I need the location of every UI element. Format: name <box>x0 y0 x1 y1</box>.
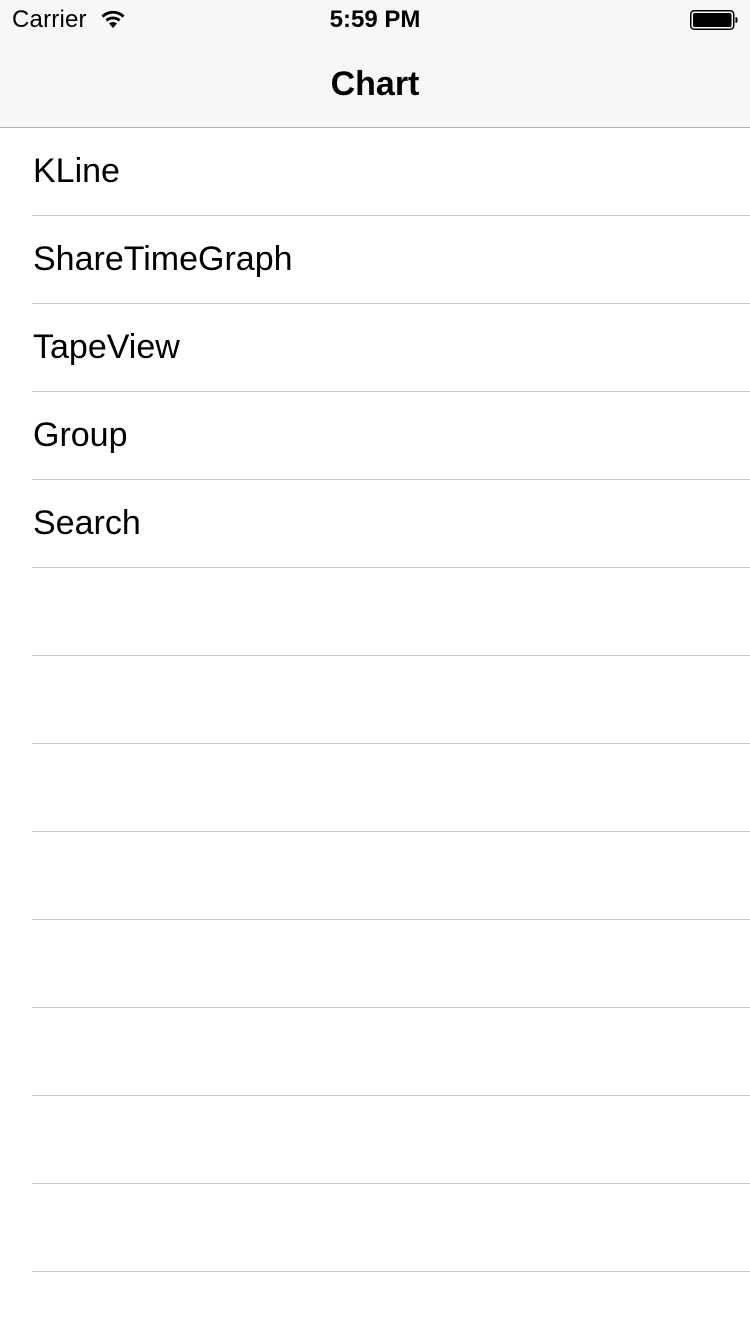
table-row-empty <box>0 832 750 920</box>
row-label: KLine <box>33 152 120 190</box>
table-row-search[interactable]: Search <box>0 480 750 568</box>
table-row-empty <box>0 1008 750 1096</box>
table-view[interactable]: KLine ShareTimeGraph TapeView Group Search <box>0 128 750 1272</box>
table-row-empty <box>0 1096 750 1184</box>
table-row-empty <box>0 568 750 656</box>
row-label: TapeView <box>33 328 180 366</box>
row-label: Group <box>33 416 128 454</box>
table-row-empty <box>0 656 750 744</box>
status-bar: Carrier 5:59 PM <box>0 0 750 40</box>
battery-icon <box>690 10 738 30</box>
row-label: Search <box>33 504 141 542</box>
row-separator <box>32 1271 750 1272</box>
table-row-group[interactable]: Group <box>0 392 750 480</box>
table-row-empty <box>0 1184 750 1272</box>
row-label: ShareTimeGraph <box>33 240 293 278</box>
table-row-sharetimegraph[interactable]: ShareTimeGraph <box>0 216 750 304</box>
navigation-bar: Carrier 5:59 PM Chart <box>0 0 750 128</box>
table-row-empty <box>0 744 750 832</box>
table-row-tapeview[interactable]: TapeView <box>0 304 750 392</box>
table-row-kline[interactable]: KLine <box>0 128 750 216</box>
page-title: Chart <box>330 65 420 103</box>
status-time: 5:59 PM <box>329 6 421 33</box>
table-row-empty <box>0 920 750 1008</box>
screen: Carrier 5:59 PM Chart KLine ShareTimeGrap… <box>0 0 750 1334</box>
